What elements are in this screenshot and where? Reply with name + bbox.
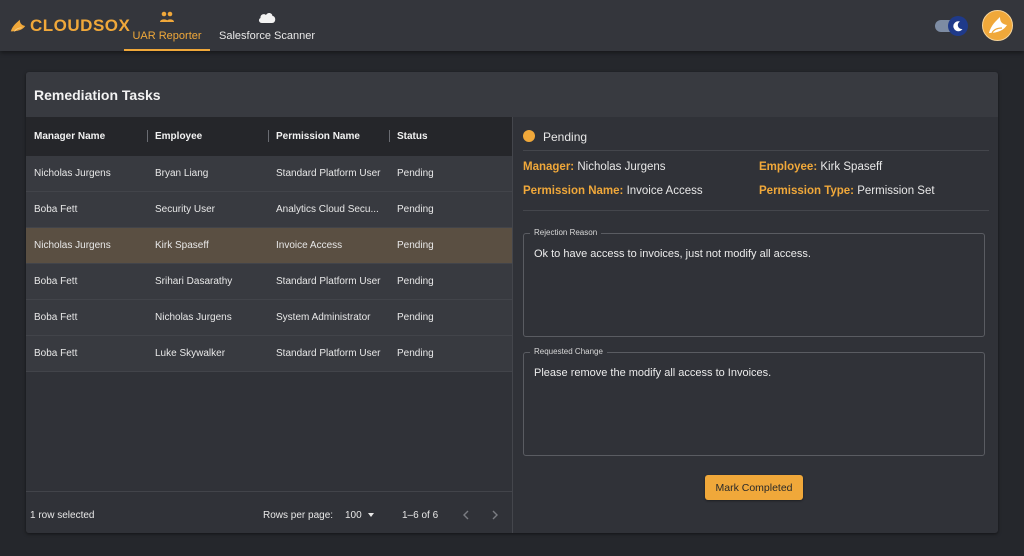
- table-row[interactable]: Boba Fett Luke Skywalker Standard Platfo…: [26, 336, 512, 372]
- cell-permission: Standard Platform User: [276, 276, 381, 287]
- next-page-button[interactable]: [487, 506, 503, 524]
- table-footer: 1 row selected Rows per page: 100 1–6 of…: [26, 491, 512, 533]
- manager-label: Manager:: [523, 161, 575, 173]
- tab-salesforce-scanner[interactable]: Salesforce Scanner: [214, 0, 320, 51]
- employee-field: Employee: Kirk Spaseff: [759, 161, 882, 173]
- column-header-manager[interactable]: Manager Name: [34, 131, 105, 142]
- column-separator[interactable]: [268, 130, 269, 142]
- cell-status: Pending: [397, 276, 434, 287]
- requested-change-label: Requested Change: [530, 347, 607, 356]
- cloudsox-logo[interactable]: CLOUDSOX: [9, 15, 130, 37]
- cell-manager: Nicholas Jurgens: [34, 240, 111, 251]
- divider: [523, 150, 989, 151]
- selected-count: 1 row selected: [30, 510, 95, 521]
- caret-down-icon: [367, 513, 374, 517]
- column-separator[interactable]: [389, 130, 390, 142]
- card-title: Remediation Tasks: [34, 87, 161, 103]
- column-header-status[interactable]: Status: [397, 131, 428, 142]
- permission-type-value: Permission Set: [857, 185, 935, 197]
- cell-status: Pending: [397, 168, 434, 179]
- table-row[interactable]: Boba Fett Security User Analytics Cloud …: [26, 192, 512, 228]
- task-detail-panel: Pending Manager: Nicholas Jurgens Employ…: [513, 117, 998, 533]
- permission-name-value: Invoice Access: [626, 185, 703, 197]
- cell-permission: System Administrator: [276, 312, 371, 323]
- cell-manager: Nicholas Jurgens: [34, 168, 111, 179]
- rows-per-page-label: Rows per page:: [263, 510, 334, 521]
- cell-manager: Boba Fett: [34, 312, 78, 323]
- permission-name-field: Permission Name: Invoice Access: [523, 185, 703, 197]
- cell-employee: Luke Skywalker: [155, 348, 226, 359]
- table-row-selected[interactable]: Nicholas Jurgens Kirk Spaseff Invoice Ac…: [26, 228, 512, 264]
- column-header-permission[interactable]: Permission Name: [276, 131, 360, 142]
- cell-status: Pending: [397, 348, 434, 359]
- cell-status: Pending: [397, 312, 434, 323]
- rejection-reason-field[interactable]: Rejection Reason Ok to have access to in…: [523, 228, 985, 337]
- cell-permission: Analytics Cloud Secu...: [276, 204, 379, 215]
- status-indicator-icon: [523, 130, 535, 142]
- top-app-bar: CLOUDSOX UAR Reporter Salesforce Scanner: [0, 0, 1024, 51]
- cell-employee: Srihari Dasarathy: [155, 276, 233, 287]
- active-tab-indicator: [124, 49, 210, 51]
- toggle-thumb: [948, 16, 968, 36]
- column-header-employee[interactable]: Employee: [155, 131, 202, 142]
- column-separator[interactable]: [147, 130, 148, 142]
- employee-value: Kirk Spaseff: [820, 161, 883, 173]
- cloud-icon: [257, 10, 277, 24]
- table-row[interactable]: Boba Fett Srihari Dasarathy Standard Pla…: [26, 264, 512, 300]
- chevron-right-icon: [492, 510, 498, 520]
- cell-manager: Boba Fett: [34, 204, 78, 215]
- card-header: Remediation Tasks: [26, 72, 998, 117]
- cell-status: Pending: [397, 204, 434, 215]
- employee-label: Employee:: [759, 161, 818, 173]
- logo-text: CLOUDSOX: [30, 16, 131, 35]
- requested-change-value: Please remove the modify all access to I…: [534, 367, 772, 379]
- previous-page-button[interactable]: [458, 506, 474, 524]
- cell-employee: Nicholas Jurgens: [155, 312, 232, 323]
- cell-permission: Standard Platform User: [276, 348, 381, 359]
- requested-change-field[interactable]: Requested Change Please remove the modif…: [523, 347, 985, 456]
- permission-name-label: Permission Name:: [523, 185, 624, 197]
- chevron-left-icon: [463, 510, 469, 520]
- cell-employee: Bryan Liang: [155, 168, 209, 179]
- user-avatar[interactable]: [982, 10, 1013, 41]
- manager-value: Nicholas Jurgens: [577, 161, 666, 173]
- permission-type-field: Permission Type: Permission Set: [759, 185, 935, 197]
- rejection-reason-value: Ok to have access to invoices, just not …: [534, 248, 811, 260]
- fox-avatar-icon: [989, 17, 1007, 34]
- cell-employee: Security User: [155, 204, 216, 215]
- tab-salesforce-scanner-label: Salesforce Scanner: [219, 30, 315, 42]
- manager-field: Manager: Nicholas Jurgens: [523, 161, 666, 173]
- divider: [523, 210, 989, 211]
- remediation-tasks-card: Remediation Tasks Manager Name Employee …: [26, 72, 998, 533]
- cell-employee: Kirk Spaseff: [155, 240, 209, 251]
- cell-permission: Standard Platform User: [276, 168, 381, 179]
- cell-permission: Invoice Access: [276, 240, 343, 251]
- rejection-reason-label: Rejection Reason: [530, 228, 602, 237]
- theme-toggle[interactable]: [934, 16, 970, 36]
- cell-manager: Boba Fett: [34, 348, 78, 359]
- tab-uar-reporter[interactable]: UAR Reporter: [124, 0, 210, 51]
- table-row[interactable]: Nicholas Jurgens Bryan Liang Standard Pl…: [26, 156, 512, 192]
- detail-status: Pending: [543, 130, 588, 144]
- rows-per-page-select[interactable]: 100: [345, 506, 374, 524]
- tab-uar-reporter-label: UAR Reporter: [132, 30, 202, 42]
- moon-icon: [953, 21, 963, 32]
- mark-completed-button[interactable]: Mark Completed: [705, 475, 803, 500]
- table-row[interactable]: Boba Fett Nicholas Jurgens System Admini…: [26, 300, 512, 336]
- table-header: Manager Name Employee Permission Name St…: [26, 117, 512, 156]
- fox-logo-icon: [10, 19, 26, 32]
- permission-type-label: Permission Type:: [759, 185, 855, 197]
- cell-manager: Boba Fett: [34, 276, 78, 287]
- pagination-range: 1–6 of 6: [402, 510, 439, 521]
- tasks-table: Manager Name Employee Permission Name St…: [26, 117, 513, 533]
- cell-status: Pending: [397, 240, 434, 251]
- users-icon: [159, 10, 175, 24]
- rows-per-page-value: 100: [345, 509, 362, 521]
